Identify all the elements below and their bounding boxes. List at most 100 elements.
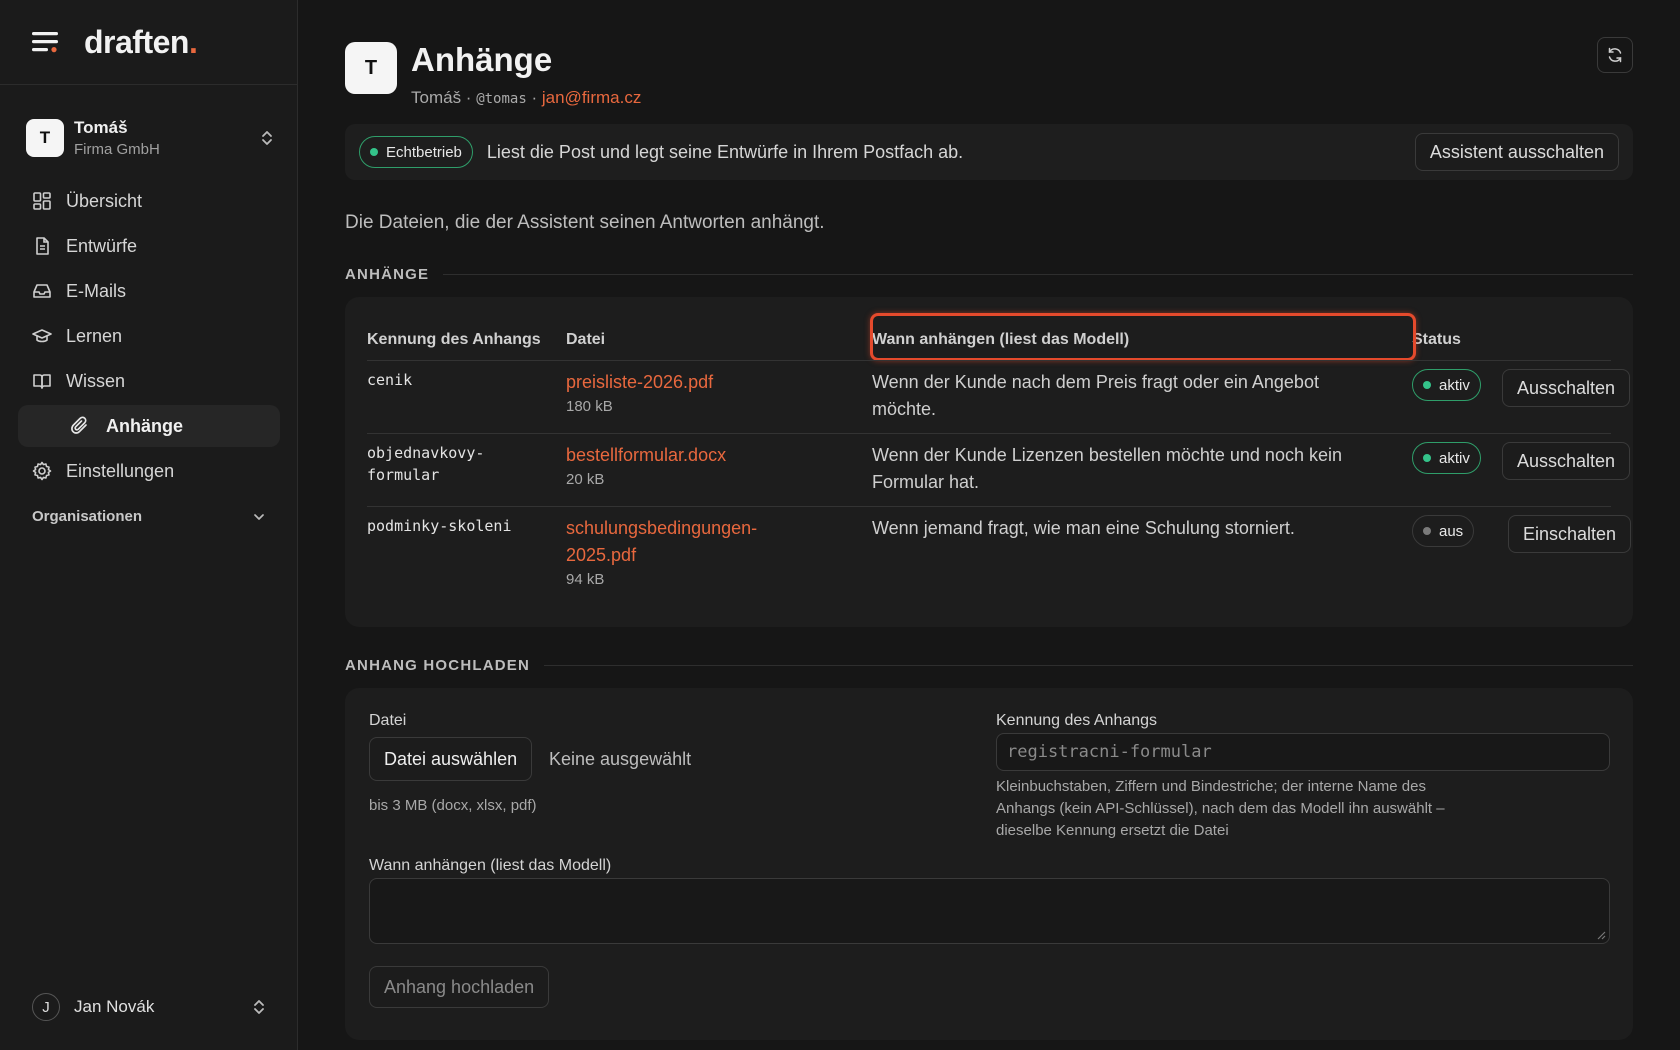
attachment-file: schulungsbedingungen- 2025.pdf 94 kB — [566, 515, 757, 588]
attachment-id: cenik — [367, 371, 413, 389]
user-menu[interactable]: J Jan Novák — [32, 993, 266, 1021]
sidebar-nav: Übersicht Entwürfe E-Mails Lernen Wissen… — [18, 180, 280, 495]
id-hint: Kleinbuchstaben, Ziffern und Bindestrich… — [996, 778, 1445, 839]
sidebar-item-lernen[interactable]: Lernen — [18, 315, 280, 357]
organisations-toggle[interactable]: Organisationen — [32, 508, 266, 525]
status-badge: Echtbetrieb — [359, 136, 473, 168]
column-header-file: Datei — [566, 331, 606, 348]
sidebar-item-emails[interactable]: E-Mails — [18, 270, 280, 312]
sidebar-item-label: Übersicht — [66, 190, 143, 211]
attachment-file-link[interactable]: bestellformular.docx — [566, 445, 726, 465]
page-title: Anhänge — [411, 41, 553, 78]
inbox-icon — [33, 284, 51, 298]
meta-separator: · — [526, 88, 542, 107]
section-heading-upload: ANHANG HOCHLADEN — [345, 657, 1633, 674]
meta-separator: · — [461, 88, 477, 107]
account-switcher[interactable]: T Tomáš Firma GmbH — [26, 115, 274, 161]
section-title: ANHÄNGE — [345, 266, 430, 283]
attachment-when: Wenn jemand fragt, wie man eine Schulung… — [872, 518, 1295, 538]
document-icon — [36, 237, 49, 255]
page-description: Die Dateien, die der Assistent seinen An… — [345, 212, 825, 233]
assistant-meta: Tomáš · @tomas · jan@firma.cz — [411, 88, 641, 108]
account-org: Firma GmbH — [74, 141, 160, 158]
attachment-file: preisliste-2026.pdf 180 kB — [566, 369, 713, 415]
brand-bar: draften. — [0, 0, 297, 85]
toggle-button[interactable]: Einschalten — [1508, 515, 1632, 553]
table-row: podminky-skoleni schulungsbedingungen- 20… — [367, 507, 1632, 607]
upload-submit-button[interactable]: Anhang hochladen — [369, 966, 550, 1008]
graduation-cap-icon — [32, 329, 52, 343]
status-message: Liest die Post und legt seine Entwürfe i… — [486, 141, 964, 162]
toggle-button[interactable]: Ausschalten — [1502, 442, 1631, 480]
chevron-down-icon — [254, 513, 264, 520]
when-label: Wann anhängen (liest das Modell) — [369, 857, 612, 874]
attachment-when: Wenn der Kunde nach dem Preis fragt oder… — [872, 372, 1319, 419]
upload-card: Datei Datei auswählen Keine ausgewählt b… — [345, 688, 1633, 1040]
sidebar-item-label: Anhänge — [106, 415, 184, 436]
sidebar-item-label: Wissen — [66, 370, 126, 391]
account-name: Tomáš — [74, 118, 128, 137]
sidebar-item-label: Lernen — [66, 325, 123, 346]
status-badge: aus — [1412, 515, 1475, 547]
section-heading-attachments: ANHÄNGE — [345, 266, 1633, 283]
chevron-updown-icon — [262, 131, 272, 145]
user-name: Jan Novák — [74, 997, 155, 1016]
sidebar-item-label: E-Mails — [66, 280, 127, 301]
id-input-placeholder: registracni-formular — [1007, 742, 1212, 762]
user-avatar: J — [32, 993, 60, 1021]
sidebar-item-label: Entwürfe — [66, 235, 138, 256]
file-label: Datei — [369, 712, 407, 729]
sidebar-item-uebersicht[interactable]: Übersicht — [18, 180, 280, 222]
assistant-avatar: T — [345, 42, 397, 94]
status-badge: aktiv — [1412, 442, 1481, 474]
attachments-card: Kennung des Anhangs Datei Wann anhängen … — [345, 297, 1633, 627]
file-hint: bis 3 MB (docx, xlsx, pdf) — [369, 797, 537, 814]
when-textarea[interactable] — [369, 878, 1610, 944]
attachment-size: 20 kB — [566, 471, 605, 488]
sidebar-item-entwuerfe[interactable]: Entwürfe — [18, 225, 280, 267]
column-header-id: Kennung des Anhangs — [367, 331, 541, 348]
sidebar-item-label: Einstellungen — [66, 460, 175, 481]
attachment-file-link[interactable]: schulungsbedingungen- 2025.pdf — [566, 518, 757, 565]
gear-icon — [32, 461, 52, 481]
status-bar: Echtbetrieb Liest die Post und legt sein… — [345, 124, 1633, 180]
sidebar-item-einstellungen[interactable]: Einstellungen — [18, 450, 280, 492]
choose-file-button[interactable]: Datei auswählen — [369, 737, 533, 781]
sidebar-item-wissen[interactable]: Wissen — [18, 360, 280, 402]
menu-icon[interactable] — [32, 31, 60, 53]
attachment-file: bestellformular.docx 20 kB — [566, 442, 726, 488]
status-badge: aktiv — [1412, 369, 1481, 401]
account-avatar: T — [26, 119, 64, 157]
column-highlight — [870, 313, 1416, 361]
sidebar: draften. T Tomáš Firma GmbH Übersicht En… — [0, 0, 298, 1050]
assistant-email[interactable]: jan@firma.cz — [542, 88, 641, 107]
no-file-text: Keine ausgewählt — [549, 749, 692, 769]
sidebar-item-anhaenge[interactable]: Anhänge — [18, 405, 280, 447]
assistant-name: Tomáš — [411, 88, 462, 107]
attachment-size: 180 kB — [566, 398, 613, 415]
id-label: Kennung des Anhangs — [996, 712, 1158, 729]
attachment-file-link[interactable]: preisliste-2026.pdf — [566, 372, 713, 392]
brand-logo[interactable]: draften. — [84, 24, 198, 61]
toggle-button[interactable]: Ausschalten — [1502, 369, 1631, 407]
book-icon — [33, 374, 51, 389]
table-row: cenik preisliste-2026.pdf 180 kB Wenn de… — [367, 361, 1631, 434]
column-header-status: Status — [1412, 331, 1461, 348]
status-badge-label: Echtbetrieb — [386, 143, 462, 161]
organisations-label: Organisationen — [32, 508, 143, 525]
status-dot — [370, 148, 378, 156]
attachment-size: 94 kB — [566, 571, 605, 588]
attachment-when: Wenn der Kunde Lizenzen bestellen möchte… — [872, 445, 1342, 492]
section-title: ANHANG HOCHLADEN — [345, 657, 531, 674]
chevron-updown-icon — [254, 1000, 264, 1014]
id-input[interactable]: registracni-formular — [996, 733, 1610, 771]
refresh-button[interactable] — [1597, 37, 1633, 73]
assistant-handle: @tomas — [476, 91, 527, 107]
dashboard-icon — [33, 192, 51, 210]
resize-handle-icon[interactable] — [1596, 930, 1606, 940]
paperclip-icon — [71, 416, 87, 434]
assistant-off-button[interactable]: Assistent ausschalten — [1414, 133, 1619, 171]
refresh-icon — [1608, 47, 1622, 63]
attachment-id: objednavkovy-formular — [367, 444, 485, 484]
attachment-id: podminky-skoleni — [367, 517, 512, 535]
